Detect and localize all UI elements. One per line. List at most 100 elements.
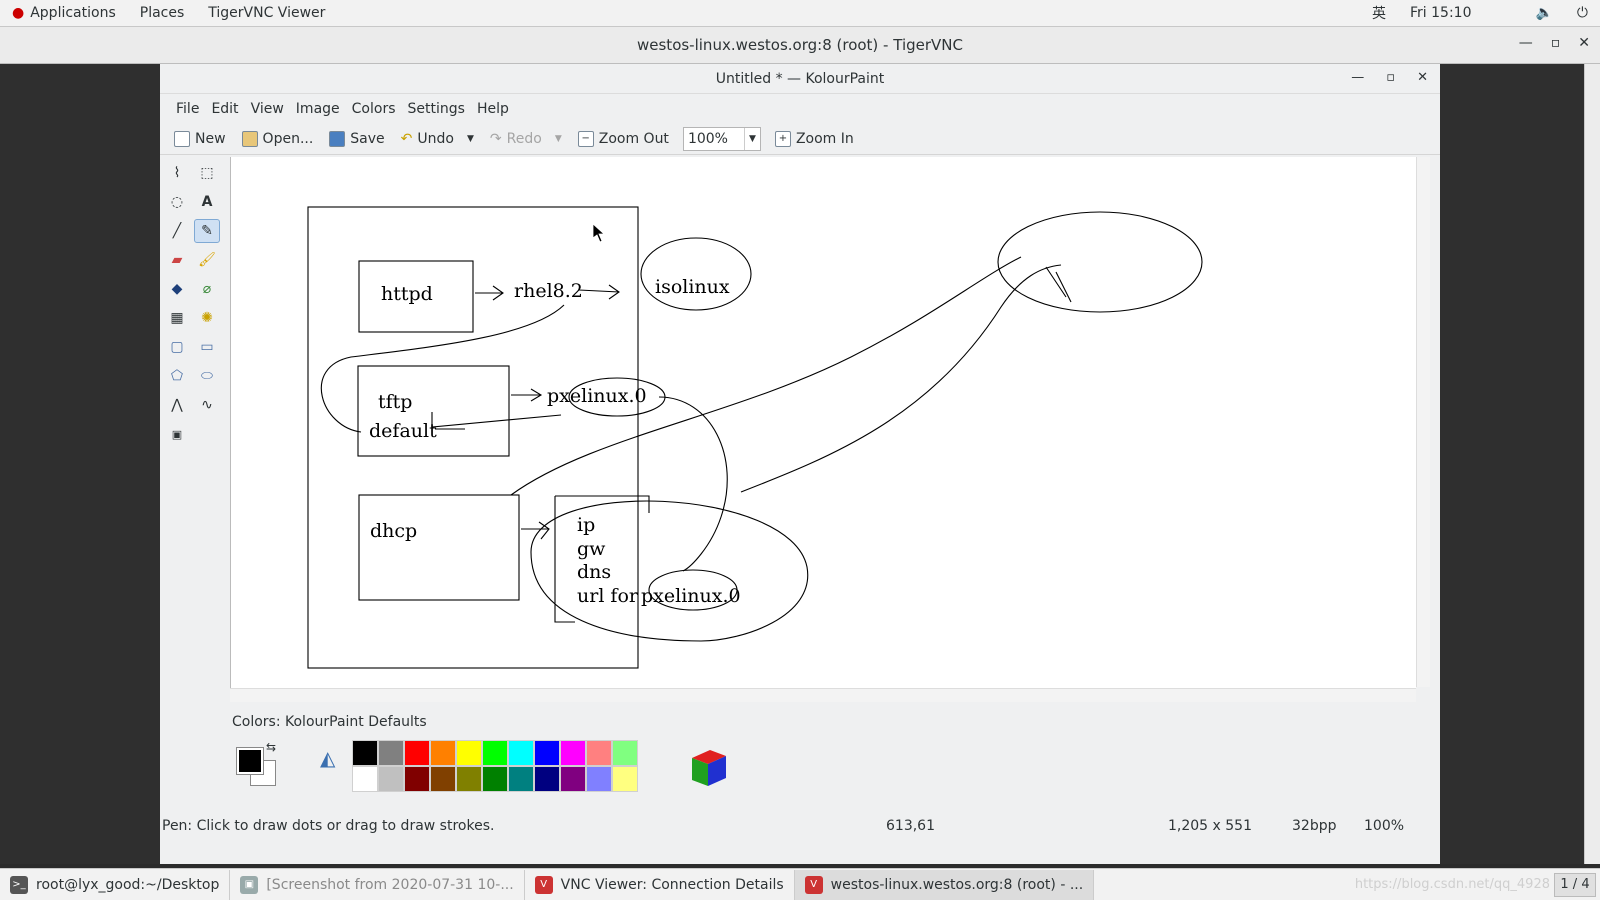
task-vnc-viewer[interactable]: V westos-linux.westos.org:8 (root) - ... [794, 869, 1095, 900]
new-button[interactable]: New [168, 128, 232, 150]
arrow-tftp [511, 388, 543, 402]
menu-help[interactable]: Help [471, 101, 515, 117]
minimize-button[interactable]: — [1519, 35, 1533, 51]
app-menu[interactable]: TigerVNC Viewer [196, 5, 337, 21]
status-zoom: 100% [1364, 818, 1405, 834]
maximize-button[interactable]: ▫ [1551, 35, 1561, 51]
color-swatch[interactable] [352, 766, 378, 792]
colors-label: Colors: KolourPaint Defaults [232, 714, 427, 730]
tool-options-icon[interactable]: ▣ [164, 422, 190, 446]
canvas-text-gw: gw [577, 538, 606, 560]
rounded-rect-icon[interactable]: ▢ [164, 335, 190, 359]
canvas-text-dns: dns [577, 561, 611, 583]
zoom-combobox[interactable]: 100% ▼ [682, 126, 761, 151]
status-bar: Pen: Click to draw dots or drag to draw … [160, 812, 1440, 840]
chevron-down-icon[interactable]: ▼ [743, 127, 760, 150]
color-swatch[interactable] [508, 740, 534, 766]
menu-file[interactable]: File [170, 101, 205, 117]
workspace-pager[interactable]: 1 / 4 [1554, 873, 1596, 897]
free-form-selection-icon[interactable]: ⌇ [164, 161, 190, 185]
color-swatch[interactable] [534, 766, 560, 792]
color-swatch[interactable] [378, 740, 404, 766]
color-swatch[interactable] [482, 740, 508, 766]
menu-image[interactable]: Image [290, 101, 346, 117]
save-button[interactable]: Save [323, 128, 390, 150]
foreground-color[interactable] [237, 748, 263, 774]
canvas-vertical-scrollbar[interactable] [1416, 157, 1430, 687]
line-tool-icon[interactable]: ╱ [164, 219, 190, 243]
toolbox: ⌇ ⬚ ◌ A ╱ ✎ ▰ 🖌 ◆ ⌀ ▦ ✺ ▢ ▭ ⬠ ⬭ ⋀ ∿ ▣ [160, 156, 226, 696]
polyline-icon[interactable]: ⋀ [164, 393, 190, 417]
undo-button[interactable]: ↶ Undo ▼ [395, 128, 480, 150]
color-swatch[interactable] [430, 740, 456, 766]
task-terminal[interactable]: >_ root@lyx_good:~/Desktop [0, 869, 231, 900]
transparent-color-icon[interactable]: ◭ [320, 746, 335, 770]
pen-tool-icon[interactable]: ✎ [194, 219, 220, 243]
color-swatch[interactable] [456, 766, 482, 792]
kp-minimize-button[interactable]: — [1351, 70, 1364, 85]
text-tool-icon[interactable]: A [194, 190, 220, 214]
new-document-icon [174, 130, 190, 147]
flood-fill-icon[interactable]: ◆ [164, 277, 190, 301]
color-swatch[interactable] [352, 740, 378, 766]
menu-colors[interactable]: Colors [346, 101, 402, 117]
color-swatch[interactable] [586, 766, 612, 792]
ellipse-icon[interactable]: ⬭ [194, 364, 220, 388]
open-button[interactable]: Open... [236, 128, 320, 150]
color-swatch[interactable] [404, 740, 430, 766]
color-swatch[interactable] [612, 740, 638, 766]
color-picker-icon[interactable]: ⌀ [194, 277, 220, 301]
swap-colors-icon[interactable]: ⇆ [266, 740, 276, 754]
color-swatch[interactable] [508, 766, 534, 792]
polygon-icon[interactable]: ⬠ [164, 364, 190, 388]
clock[interactable]: Fri 15:10 [1398, 5, 1483, 21]
undo-label: Undo [417, 130, 454, 147]
color-swatch[interactable] [612, 766, 638, 792]
menu-edit[interactable]: Edit [205, 101, 244, 117]
redo-dropdown-icon[interactable]: ▼ [555, 134, 562, 144]
power-icon[interactable]: ⏻ [1565, 5, 1600, 21]
fg-bg-color-selector[interactable]: ⇆ [232, 740, 282, 790]
color-swatch[interactable] [456, 740, 482, 766]
vnc-vertical-scrollbar[interactable] [1584, 64, 1600, 864]
color-swatch[interactable] [430, 766, 456, 792]
kolourpaint-title: Untitled * — KolourPaint [715, 70, 885, 87]
color-swatch[interactable] [560, 740, 586, 766]
color-swatch[interactable] [560, 766, 586, 792]
kp-close-button[interactable]: ✕ [1417, 70, 1428, 85]
rectangle-icon[interactable]: ▭ [194, 335, 220, 359]
zoom-out-button[interactable]: − Zoom Out [572, 128, 675, 150]
kp-maximize-button[interactable]: ▫ [1386, 70, 1395, 85]
color-cube-icon[interactable] [688, 748, 728, 792]
task-screenshot-viewer[interactable]: ▣ [Screenshot from 2020-07-31 10-... [230, 869, 525, 900]
undo-dropdown-icon[interactable]: ▼ [467, 134, 474, 144]
zoom-in-button[interactable]: + Zoom In [769, 128, 860, 150]
brush-icon[interactable]: 🖌 [194, 248, 220, 272]
drawing-canvas[interactable]: httpd rhel8.2 isolinux tftp default pxel… [230, 157, 1416, 697]
rect-selection-icon[interactable]: ⬚ [194, 161, 220, 185]
color-swatch[interactable] [586, 740, 612, 766]
color-swatch[interactable] [534, 740, 560, 766]
color-swatch[interactable] [404, 766, 430, 792]
input-method-indicator[interactable]: 英 [1360, 3, 1398, 23]
main-toolbar: New Open... Save ↶ Undo ▼ ↷ Redo ▼ − Zoo… [160, 123, 1440, 155]
places-menu[interactable]: Places [128, 5, 197, 21]
close-button[interactable]: ✕ [1578, 35, 1590, 51]
ellipse-selection-icon[interactable]: ◌ [164, 190, 190, 214]
redo-button[interactable]: ↷ Redo ▼ [484, 128, 568, 150]
spraycan-icon[interactable]: ✺ [194, 306, 220, 330]
color-swatch[interactable] [482, 766, 508, 792]
eraser-icon[interactable]: ▰ [164, 248, 190, 272]
color-swatch[interactable] [378, 766, 404, 792]
task-vnc-connection[interactable]: V VNC Viewer: Connection Details [525, 869, 795, 900]
curve-icon[interactable]: ∿ [194, 393, 220, 417]
menu-view[interactable]: View [245, 101, 290, 117]
vnc-icon: V [804, 875, 823, 894]
color-eraser-icon[interactable]: ▦ [164, 306, 190, 330]
volume-icon[interactable]: 🔈 [1523, 5, 1564, 21]
taskbar: >_ root@lyx_good:~/Desktop ▣ [Screenshot… [0, 868, 1600, 900]
canvas-horizontal-scrollbar[interactable] [230, 688, 1416, 702]
applications-menu[interactable]: ● Applications [0, 5, 128, 21]
color-palette [352, 740, 638, 792]
menu-settings[interactable]: Settings [402, 101, 471, 117]
